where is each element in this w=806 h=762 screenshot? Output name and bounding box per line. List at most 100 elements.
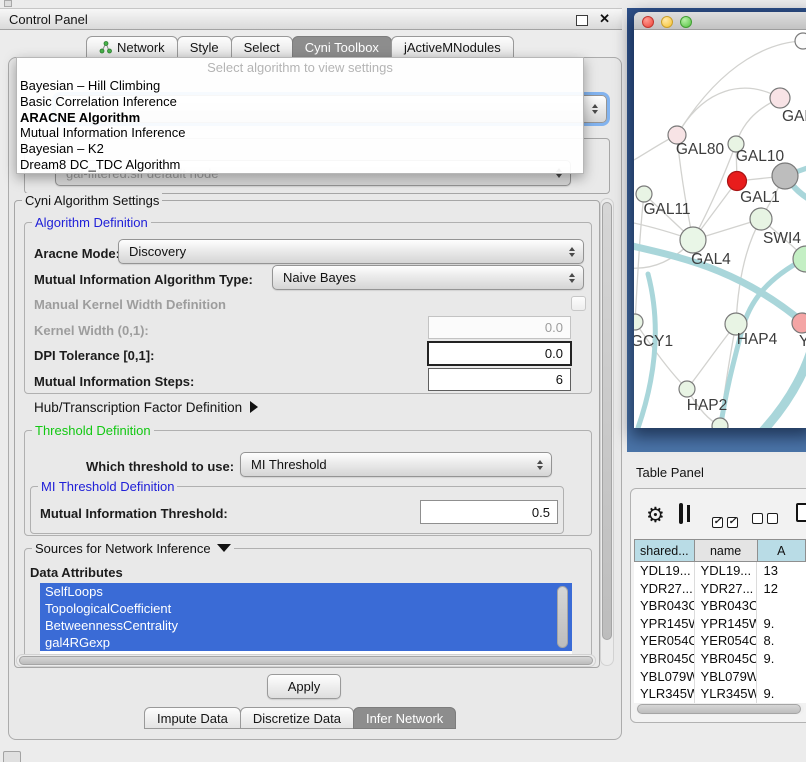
network-node[interactable]	[712, 418, 728, 428]
algorithm-popup: Select algorithm to view settings Bayesi…	[16, 57, 584, 174]
dpi-tolerance-label: DPI Tolerance [0,1]:	[34, 348, 154, 363]
network-icon	[99, 41, 112, 54]
threshold-definition-title: Threshold Definition	[32, 423, 154, 438]
float-window-icon[interactable]	[576, 15, 588, 26]
attribute-item-selected[interactable]: BetweennessCentrality	[40, 617, 572, 634]
column-layout-icon[interactable]	[679, 503, 683, 524]
node-label: GAL1	[740, 189, 780, 206]
deselect-all-checkboxes-icon[interactable]	[752, 511, 782, 529]
network-node-gal-partial[interactable]	[770, 88, 790, 108]
algorithm-option[interactable]: Dream8 DC_TDC Algorithm	[17, 157, 583, 173]
collapse-down-icon	[217, 544, 231, 552]
network-node-gray[interactable]	[772, 163, 798, 189]
attributes-list-scrollbar[interactable]	[557, 585, 569, 651]
mi-threshold-group-title: MI Threshold Definition	[38, 479, 177, 494]
tab-discretize-data[interactable]: Discretize Data	[240, 707, 354, 729]
tab-jactivemnodules[interactable]: jActiveMNodules	[391, 36, 514, 58]
manual-kernel-checkbox[interactable]	[571, 296, 586, 311]
mi-steps-input[interactable]	[428, 368, 571, 391]
node-label: Y	[799, 333, 806, 350]
algorithm-definition-title: Algorithm Definition	[32, 215, 151, 230]
minimize-traffic-light[interactable]	[661, 16, 673, 28]
attribute-item-selected[interactable]: TopologicalCoefficient	[40, 600, 572, 617]
table-row[interactable]: YDL19... YDL19... 13	[634, 562, 806, 580]
table-row[interactable]: YBL079W YBL079W	[634, 668, 806, 686]
table-row[interactable]: YPR145W YPR145W 9.	[634, 615, 806, 633]
algorithm-option[interactable]: Mutual Information Inference	[17, 125, 583, 141]
network-node-gal1[interactable]	[750, 208, 772, 230]
node-label: GCY1	[634, 333, 673, 350]
attribute-item-selected[interactable]: SelfLoops	[40, 583, 572, 600]
network-node-gal11[interactable]	[636, 186, 652, 202]
data-attributes-label: Data Attributes	[30, 565, 123, 580]
mi-steps-label: Mutual Information Steps:	[34, 374, 194, 389]
document-icon[interactable]	[796, 503, 806, 522]
node-label: HAP4	[737, 331, 778, 348]
mi-type-combo[interactable]: Naive Bayes	[272, 265, 584, 290]
network-window: GAL80 GAL10 GAL1 GAL11 SWI4 GAL4 GCY1 HA…	[634, 12, 806, 428]
which-threshold-label: Which threshold to use:	[86, 459, 234, 474]
table-panel-title: Table Panel	[636, 465, 704, 480]
stepper-icon	[537, 460, 543, 470]
stepper-icon	[569, 273, 575, 283]
stepper-icon	[592, 104, 598, 114]
which-threshold-combo[interactable]: MI Threshold	[240, 452, 552, 477]
manual-kernel-label: Manual Kernel Width Definition	[34, 297, 226, 312]
sources-group-title[interactable]: Sources for Network Inference	[32, 541, 234, 556]
settings-vertical-scrollbar[interactable]	[600, 198, 614, 666]
column-header-a[interactable]: A	[758, 539, 806, 562]
stepper-icon	[569, 247, 575, 257]
node-label: GAL	[782, 108, 806, 125]
attribute-item-selected[interactable]: gal4RGexp	[40, 634, 572, 651]
hub-definition-expander[interactable]: Hub/Transcription Factor Definition	[34, 400, 258, 415]
network-node-hap2[interactable]	[679, 381, 695, 397]
tab-cyni-toolbox[interactable]: Cyni Toolbox	[292, 36, 392, 58]
table-horizontal-scrollbar[interactable]	[636, 703, 804, 715]
node-label: GAL80	[676, 141, 725, 158]
tab-impute-data[interactable]: Impute Data	[144, 707, 241, 729]
control-panel-titlebar: Control Panel ✕	[0, 8, 622, 30]
close-traffic-light[interactable]	[642, 16, 654, 28]
aracne-mode-combo[interactable]: Discovery	[118, 239, 584, 264]
algorithm-option-selected[interactable]: ARACNE Algorithm	[17, 110, 583, 126]
network-canvas[interactable]: GAL80 GAL10 GAL1 GAL11 SWI4 GAL4 GCY1 HA…	[634, 30, 806, 428]
column-header-name[interactable]: name	[695, 539, 758, 562]
network-node-swi4[interactable]	[793, 246, 806, 272]
aracne-mode-label: Aracne Mode:	[34, 246, 120, 261]
tab-network-label: Network	[117, 40, 165, 55]
network-node-gal4[interactable]	[680, 227, 706, 253]
hub-definition-label: Hub/Transcription Factor Definition	[34, 400, 242, 415]
table-row[interactable]: YLR345W YLR345W 9.	[634, 685, 806, 703]
tab-infer-network[interactable]: Infer Network	[353, 707, 456, 729]
table-row[interactable]: YER054C YER054C 8.	[634, 632, 806, 650]
dpi-tolerance-input[interactable]	[427, 341, 572, 366]
apply-button[interactable]: Apply	[267, 674, 341, 699]
tab-network[interactable]: Network	[86, 36, 178, 58]
network-window-titlebar[interactable]	[634, 12, 806, 30]
algorithm-option[interactable]: Basic Correlation Inference	[17, 94, 583, 110]
cyni-settings-title: Cyni Algorithm Settings	[22, 193, 162, 208]
network-node-salmon[interactable]	[792, 313, 806, 333]
tab-select[interactable]: Select	[231, 36, 293, 58]
column-header-shared[interactable]: shared...	[634, 539, 695, 562]
settings-horizontal-scrollbar[interactable]	[16, 654, 596, 667]
mi-type-value: Naive Bayes	[283, 270, 356, 285]
tab-style[interactable]: Style	[177, 36, 232, 58]
kernel-width-input[interactable]	[428, 316, 571, 339]
algorithm-option[interactable]: Bayesian – Hill Climbing	[17, 78, 583, 94]
table-row[interactable]: YDR27... YDR27... 12	[634, 580, 806, 598]
network-node-gcy1[interactable]	[634, 314, 643, 330]
network-node-red-selected[interactable]	[728, 172, 747, 191]
network-node[interactable]	[795, 33, 806, 49]
zoom-traffic-light[interactable]	[680, 16, 692, 28]
select-all-checkboxes-icon[interactable]	[712, 511, 742, 529]
table-row[interactable]: YBR043C YBR043C	[634, 597, 806, 615]
table-row[interactable]: YBR045C YBR045C 9.	[634, 650, 806, 668]
close-icon[interactable]: ✕	[599, 11, 610, 27]
mi-threshold-input[interactable]	[420, 500, 558, 524]
gear-icon[interactable]	[646, 505, 665, 527]
node-label: GAL4	[691, 251, 731, 268]
node-label: SWI4	[763, 230, 801, 247]
algorithm-option[interactable]: Bayesian – K2	[17, 141, 583, 157]
table-body: YDL19... YDL19... 13 YDR27... YDR27... 1…	[634, 562, 806, 703]
